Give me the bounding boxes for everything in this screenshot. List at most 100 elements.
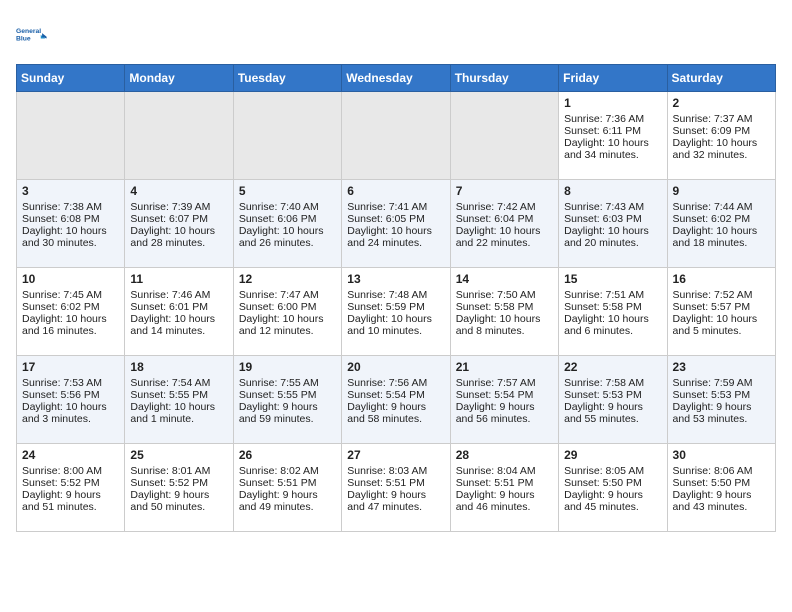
- calendar-cell: 6Sunrise: 7:41 AMSunset: 6:05 PMDaylight…: [342, 180, 450, 268]
- day-number: 14: [456, 272, 553, 286]
- sunset-text: Sunset: 6:08 PM: [22, 213, 119, 225]
- sunrise-text: Sunrise: 8:06 AM: [673, 465, 770, 477]
- sunset-text: Sunset: 5:59 PM: [347, 301, 444, 313]
- svg-text:General: General: [16, 28, 41, 35]
- day-number: 16: [673, 272, 770, 286]
- sunrise-text: Sunrise: 8:00 AM: [22, 465, 119, 477]
- calendar-cell: [125, 92, 233, 180]
- daylight-text: Daylight: 10 hours and 8 minutes.: [456, 313, 553, 337]
- daylight-text: Daylight: 9 hours and 43 minutes.: [673, 489, 770, 513]
- daylight-text: Daylight: 9 hours and 47 minutes.: [347, 489, 444, 513]
- calendar-cell: 28Sunrise: 8:04 AMSunset: 5:51 PMDayligh…: [450, 444, 558, 532]
- sunset-text: Sunset: 5:55 PM: [130, 389, 227, 401]
- daylight-text: Daylight: 10 hours and 24 minutes.: [347, 225, 444, 249]
- calendar-cell: 18Sunrise: 7:54 AMSunset: 5:55 PMDayligh…: [125, 356, 233, 444]
- sunrise-text: Sunrise: 7:55 AM: [239, 377, 336, 389]
- daylight-text: Daylight: 9 hours and 46 minutes.: [456, 489, 553, 513]
- sunrise-text: Sunrise: 7:44 AM: [673, 201, 770, 213]
- daylight-text: Daylight: 9 hours and 59 minutes.: [239, 401, 336, 425]
- sunset-text: Sunset: 5:54 PM: [347, 389, 444, 401]
- calendar-cell: 13Sunrise: 7:48 AMSunset: 5:59 PMDayligh…: [342, 268, 450, 356]
- sunrise-text: Sunrise: 7:50 AM: [456, 289, 553, 301]
- sunset-text: Sunset: 5:55 PM: [239, 389, 336, 401]
- sunrise-text: Sunrise: 7:59 AM: [673, 377, 770, 389]
- daylight-text: Daylight: 10 hours and 18 minutes.: [673, 225, 770, 249]
- sunrise-text: Sunrise: 7:58 AM: [564, 377, 661, 389]
- sunrise-text: Sunrise: 8:03 AM: [347, 465, 444, 477]
- calendar-cell: 2Sunrise: 7:37 AMSunset: 6:09 PMDaylight…: [667, 92, 775, 180]
- sunset-text: Sunset: 5:51 PM: [239, 477, 336, 489]
- calendar-cell: [233, 92, 341, 180]
- calendar-cell: 30Sunrise: 8:06 AMSunset: 5:50 PMDayligh…: [667, 444, 775, 532]
- sunset-text: Sunset: 5:50 PM: [564, 477, 661, 489]
- calendar-cell: 14Sunrise: 7:50 AMSunset: 5:58 PMDayligh…: [450, 268, 558, 356]
- day-header-friday: Friday: [559, 65, 667, 92]
- sunset-text: Sunset: 5:50 PM: [673, 477, 770, 489]
- daylight-text: Daylight: 10 hours and 22 minutes.: [456, 225, 553, 249]
- sunrise-text: Sunrise: 7:38 AM: [22, 201, 119, 213]
- calendar-cell: 16Sunrise: 7:52 AMSunset: 5:57 PMDayligh…: [667, 268, 775, 356]
- sunrise-text: Sunrise: 8:05 AM: [564, 465, 661, 477]
- daylight-text: Daylight: 9 hours and 49 minutes.: [239, 489, 336, 513]
- sunrise-text: Sunrise: 7:39 AM: [130, 201, 227, 213]
- week-row-3: 10Sunrise: 7:45 AMSunset: 6:02 PMDayligh…: [17, 268, 776, 356]
- week-row-2: 3Sunrise: 7:38 AMSunset: 6:08 PMDaylight…: [17, 180, 776, 268]
- calendar-cell: 4Sunrise: 7:39 AMSunset: 6:07 PMDaylight…: [125, 180, 233, 268]
- day-number: 28: [456, 448, 553, 462]
- day-header-monday: Monday: [125, 65, 233, 92]
- calendar-cell: 27Sunrise: 8:03 AMSunset: 5:51 PMDayligh…: [342, 444, 450, 532]
- sunset-text: Sunset: 5:57 PM: [673, 301, 770, 313]
- day-number: 15: [564, 272, 661, 286]
- sunrise-text: Sunrise: 8:01 AM: [130, 465, 227, 477]
- day-number: 3: [22, 184, 119, 198]
- day-number: 7: [456, 184, 553, 198]
- sunset-text: Sunset: 5:53 PM: [564, 389, 661, 401]
- calendar-cell: 11Sunrise: 7:46 AMSunset: 6:01 PMDayligh…: [125, 268, 233, 356]
- svg-text:Blue: Blue: [16, 35, 31, 42]
- sunrise-text: Sunrise: 7:37 AM: [673, 113, 770, 125]
- sunrise-text: Sunrise: 7:47 AM: [239, 289, 336, 301]
- daylight-text: Daylight: 10 hours and 12 minutes.: [239, 313, 336, 337]
- sunrise-text: Sunrise: 7:56 AM: [347, 377, 444, 389]
- calendar-cell: 24Sunrise: 8:00 AMSunset: 5:52 PMDayligh…: [17, 444, 125, 532]
- sunrise-text: Sunrise: 7:40 AM: [239, 201, 336, 213]
- sunset-text: Sunset: 5:56 PM: [22, 389, 119, 401]
- calendar-cell: 10Sunrise: 7:45 AMSunset: 6:02 PMDayligh…: [17, 268, 125, 356]
- calendar-header: SundayMondayTuesdayWednesdayThursdayFrid…: [17, 65, 776, 92]
- day-number: 26: [239, 448, 336, 462]
- day-number: 9: [673, 184, 770, 198]
- daylight-text: Daylight: 10 hours and 6 minutes.: [564, 313, 661, 337]
- daylight-text: Daylight: 10 hours and 16 minutes.: [22, 313, 119, 337]
- calendar-cell: [450, 92, 558, 180]
- day-number: 25: [130, 448, 227, 462]
- day-number: 20: [347, 360, 444, 374]
- day-number: 29: [564, 448, 661, 462]
- daylight-text: Daylight: 10 hours and 26 minutes.: [239, 225, 336, 249]
- calendar-cell: 1Sunrise: 7:36 AMSunset: 6:11 PMDaylight…: [559, 92, 667, 180]
- sunrise-text: Sunrise: 7:51 AM: [564, 289, 661, 301]
- sunset-text: Sunset: 6:01 PM: [130, 301, 227, 313]
- sunrise-text: Sunrise: 7:54 AM: [130, 377, 227, 389]
- sunrise-text: Sunrise: 7:45 AM: [22, 289, 119, 301]
- sunrise-text: Sunrise: 8:04 AM: [456, 465, 553, 477]
- daylight-text: Daylight: 9 hours and 58 minutes.: [347, 401, 444, 425]
- logo-icon: GeneralBlue: [16, 16, 52, 52]
- calendar-cell: 5Sunrise: 7:40 AMSunset: 6:06 PMDaylight…: [233, 180, 341, 268]
- sunrise-text: Sunrise: 8:02 AM: [239, 465, 336, 477]
- calendar-cell: 22Sunrise: 7:58 AMSunset: 5:53 PMDayligh…: [559, 356, 667, 444]
- week-row-5: 24Sunrise: 8:00 AMSunset: 5:52 PMDayligh…: [17, 444, 776, 532]
- sunrise-text: Sunrise: 7:41 AM: [347, 201, 444, 213]
- day-number: 6: [347, 184, 444, 198]
- daylight-text: Daylight: 10 hours and 30 minutes.: [22, 225, 119, 249]
- calendar-cell: [17, 92, 125, 180]
- day-number: 27: [347, 448, 444, 462]
- sunset-text: Sunset: 6:11 PM: [564, 125, 661, 137]
- calendar-cell: [342, 92, 450, 180]
- sunset-text: Sunset: 6:02 PM: [673, 213, 770, 225]
- daylight-text: Daylight: 10 hours and 3 minutes.: [22, 401, 119, 425]
- daylight-text: Daylight: 9 hours and 50 minutes.: [130, 489, 227, 513]
- daylight-text: Daylight: 10 hours and 1 minute.: [130, 401, 227, 425]
- calendar-cell: 15Sunrise: 7:51 AMSunset: 5:58 PMDayligh…: [559, 268, 667, 356]
- calendar-cell: 20 Sunrise: 7:56 AMSunset: 5:54 PMDayligh…: [342, 356, 450, 444]
- logo: GeneralBlue: [16, 16, 52, 52]
